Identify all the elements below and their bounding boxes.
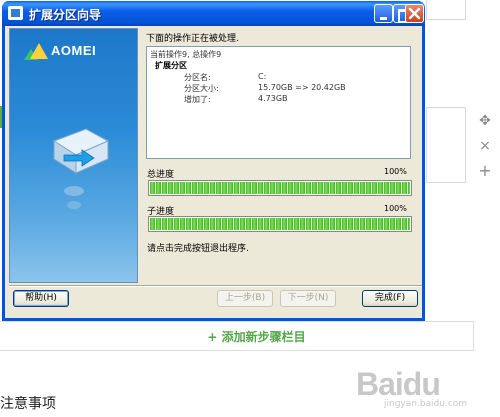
- baidu-watermark: Baidu: [356, 366, 441, 402]
- title-bar[interactable]: 扩展分区向导: [2, 1, 425, 26]
- brand-name: AOMEI: [51, 43, 97, 58]
- log-value: 4.73GB: [258, 94, 288, 103]
- baidu-watermark-sub: jingyan.baidu.com: [384, 399, 468, 409]
- button-separator: [9, 285, 422, 287]
- close-icon[interactable]: ×: [476, 138, 494, 154]
- background-panel-top: [426, 0, 466, 20]
- window-title: 扩展分区向导: [29, 8, 102, 22]
- log-key: 分区大小:: [184, 84, 219, 93]
- finish-button[interactable]: 完成(F): [362, 290, 418, 307]
- hard-disk-icon: [52, 128, 110, 209]
- notes-heading: 注意事项: [0, 396, 56, 412]
- aomei-logo-mark: [30, 43, 48, 59]
- overall-progress-label: 总进度: [147, 170, 175, 180]
- log-key: 分区名:: [184, 73, 211, 82]
- status-heading: 下面的操作正在被处理.: [146, 34, 239, 44]
- log-value: 15.70GB => 20.42GB: [258, 83, 346, 92]
- next-button[interactable]: 下一步(N): [280, 290, 336, 307]
- help-button[interactable]: 帮助(H): [13, 290, 69, 307]
- close-x-icon: [408, 7, 421, 20]
- extend-partition-wizard-window: 扩展分区向导 AOMEI 下面的操作正在被处理. 当前操作9, 总操作9 扩展分…: [2, 1, 425, 321]
- overall-progress-percent: 100%: [384, 167, 407, 176]
- log-value: C:: [258, 72, 267, 81]
- current-operation: 当前操作9, 总操作9: [150, 50, 222, 59]
- background-panel: [426, 107, 466, 183]
- move-icon[interactable]: ✥: [476, 113, 494, 129]
- overall-progress-bar: [148, 180, 412, 196]
- finish-hint: 请点击完成按钮退出程序.: [147, 244, 249, 254]
- task-name: 扩展分区: [155, 61, 187, 70]
- app-icon: [8, 6, 23, 20]
- operation-log: 当前操作9, 总操作9 扩展分区 分区名: C: 分区大小: 15.70GB =…: [146, 46, 411, 159]
- add-icon[interactable]: +: [476, 161, 494, 180]
- aomei-banner: AOMEI: [9, 28, 138, 283]
- sub-progress-fill: [150, 218, 410, 230]
- sub-progress-bar: [148, 216, 412, 232]
- overall-progress-fill: [150, 182, 410, 194]
- minimize-button[interactable]: [374, 4, 393, 23]
- close-button[interactable]: [405, 4, 424, 23]
- log-key: 增加了:: [184, 95, 211, 104]
- sub-progress-percent: 100%: [384, 204, 407, 213]
- add-step-button[interactable]: + 添加新步骤栏目: [0, 321, 474, 351]
- prev-button[interactable]: 上一步(B): [217, 290, 273, 307]
